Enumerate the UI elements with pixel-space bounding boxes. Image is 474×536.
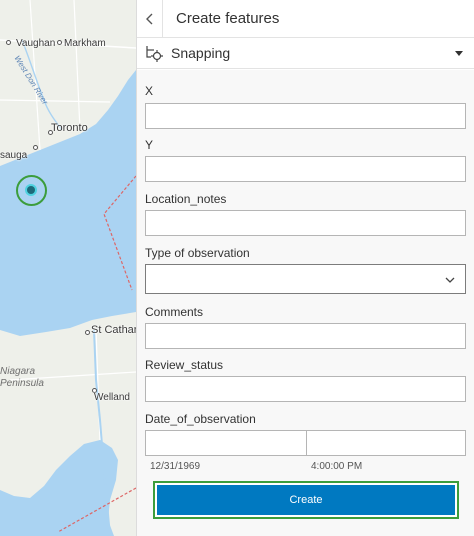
snapping-label: Snapping bbox=[171, 45, 231, 61]
map-label-niagara-peninsula: Niagara Peninsula bbox=[0, 366, 44, 389]
comments-label: Comments bbox=[145, 305, 204, 319]
y-input[interactable] bbox=[145, 156, 466, 182]
review-status-input[interactable] bbox=[145, 376, 466, 402]
map-label-vaughan: Vaughan bbox=[16, 38, 56, 49]
chevron-left-icon bbox=[145, 13, 152, 24]
comments-input[interactable] bbox=[145, 323, 466, 349]
y-label: Y bbox=[145, 138, 154, 152]
date-of-observation-time-input[interactable] bbox=[306, 430, 466, 456]
map-view[interactable]: Vaughan Markham West Don River Toronto s… bbox=[0, 0, 136, 536]
type-of-observation-label: Type of observation bbox=[145, 246, 250, 260]
caret-down-icon bbox=[455, 51, 463, 56]
map-label-st-catharines: St Cathari bbox=[91, 324, 136, 336]
map-basemap bbox=[0, 0, 136, 536]
type-of-observation-select[interactable] bbox=[145, 264, 466, 294]
location-notes-label: Location_notes bbox=[145, 192, 227, 206]
map-label-welland: Welland bbox=[94, 392, 130, 403]
create-features-panel: Create features Snapping X Y Location_no… bbox=[136, 0, 474, 536]
feature-attribute-form: X Y Location_notes Type of observation C… bbox=[137, 70, 474, 536]
location-marker-icon[interactable] bbox=[16, 175, 47, 206]
city-dot-st-catharines bbox=[85, 330, 90, 335]
review-status-label: Review_status bbox=[145, 358, 224, 372]
map-label-markham: Markham bbox=[64, 38, 106, 49]
city-dot-vaughan bbox=[6, 40, 11, 45]
location-notes-input[interactable] bbox=[145, 210, 466, 236]
city-dot-markham bbox=[57, 40, 62, 45]
location-marker-dot bbox=[27, 186, 35, 194]
time-hint: 4:00:00 PM bbox=[311, 461, 363, 472]
x-input[interactable] bbox=[145, 103, 466, 129]
panel-header: Create features bbox=[137, 0, 474, 38]
create-button[interactable]: Create bbox=[157, 485, 455, 515]
panel-title: Create features bbox=[176, 10, 280, 27]
city-dot-mississauga bbox=[33, 145, 38, 150]
chevron-down-icon bbox=[445, 277, 455, 283]
map-label-mississauga: sauga bbox=[0, 150, 28, 161]
snapping-icon bbox=[146, 46, 163, 62]
map-label-toronto: Toronto bbox=[51, 122, 88, 134]
date-hint: 12/31/1969 bbox=[150, 461, 201, 472]
date-of-observation-label: Date_of_observation bbox=[145, 412, 256, 426]
back-button[interactable] bbox=[137, 0, 163, 38]
date-of-observation-date-input[interactable] bbox=[145, 430, 307, 456]
create-button-highlight: Create bbox=[153, 481, 459, 519]
snapping-dropdown[interactable]: Snapping bbox=[137, 38, 474, 69]
x-label: X bbox=[145, 84, 154, 98]
